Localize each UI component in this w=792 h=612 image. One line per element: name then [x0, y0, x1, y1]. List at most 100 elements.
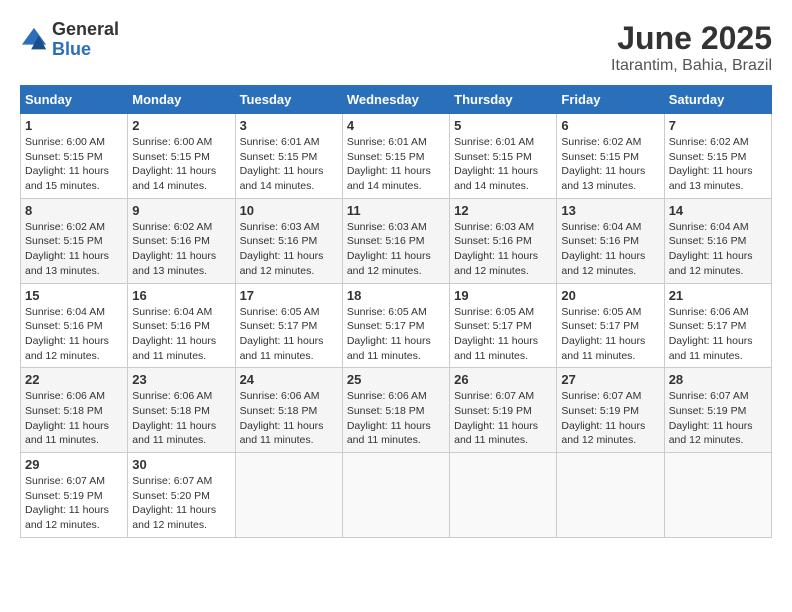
calendar-day-cell: 14 Sunrise: 6:04 AMSunset: 5:16 PMDaylig…	[664, 198, 771, 283]
calendar-day-cell: 15 Sunrise: 6:04 AMSunset: 5:16 PMDaylig…	[21, 283, 128, 368]
calendar-day-cell	[557, 453, 664, 538]
day-number: 11	[347, 203, 445, 218]
header: General Blue June 2025 Itarantim, Bahia,…	[20, 20, 772, 75]
calendar-day-cell: 26 Sunrise: 6:07 AMSunset: 5:19 PMDaylig…	[450, 368, 557, 453]
day-number: 24	[240, 372, 338, 387]
calendar-header: SundayMondayTuesdayWednesdayThursdayFrid…	[21, 86, 772, 114]
daylight-label: Daylight:	[347, 250, 391, 262]
calendar-day-cell: 30 Sunrise: 6:07 AMSunset: 5:20 PMDaylig…	[128, 453, 235, 538]
logo-blue-text: Blue	[52, 40, 119, 60]
daylight-label: Daylight:	[240, 335, 284, 347]
day-number: 19	[454, 288, 552, 303]
day-info: Sunrise: 6:04 AMSunset: 5:16 PMDaylight:…	[132, 305, 230, 364]
calendar-day-cell: 20 Sunrise: 6:05 AMSunset: 5:17 PMDaylig…	[557, 283, 664, 368]
day-number: 16	[132, 288, 230, 303]
calendar-day-cell: 2 Sunrise: 6:00 AMSunset: 5:15 PMDayligh…	[128, 114, 235, 199]
day-number: 12	[454, 203, 552, 218]
daylight-label: Daylight:	[132, 335, 176, 347]
day-info: Sunrise: 6:06 AMSunset: 5:18 PMDaylight:…	[240, 389, 338, 448]
calendar-day-cell: 8 Sunrise: 6:02 AMSunset: 5:15 PMDayligh…	[21, 198, 128, 283]
calendar-day-cell: 4 Sunrise: 6:01 AMSunset: 5:15 PMDayligh…	[342, 114, 449, 199]
daylight-label: Daylight:	[454, 335, 498, 347]
calendar-day-cell: 23 Sunrise: 6:06 AMSunset: 5:18 PMDaylig…	[128, 368, 235, 453]
day-info: Sunrise: 6:04 AMSunset: 5:16 PMDaylight:…	[25, 305, 123, 364]
calendar-day-cell: 5 Sunrise: 6:01 AMSunset: 5:15 PMDayligh…	[450, 114, 557, 199]
calendar-week-row: 1 Sunrise: 6:00 AMSunset: 5:15 PMDayligh…	[21, 114, 772, 199]
calendar-header-cell: Monday	[128, 86, 235, 114]
day-number: 8	[25, 203, 123, 218]
day-info: Sunrise: 6:04 AMSunset: 5:16 PMDaylight:…	[561, 220, 659, 279]
day-number: 7	[669, 118, 767, 133]
daylight-label: Daylight:	[347, 165, 391, 177]
calendar-day-cell: 24 Sunrise: 6:06 AMSunset: 5:18 PMDaylig…	[235, 368, 342, 453]
calendar-day-cell	[235, 453, 342, 538]
daylight-label: Daylight:	[240, 420, 284, 432]
day-info: Sunrise: 6:02 AMSunset: 5:15 PMDaylight:…	[561, 135, 659, 194]
daylight-label: Daylight:	[669, 420, 713, 432]
day-number: 14	[669, 203, 767, 218]
calendar-header-cell: Sunday	[21, 86, 128, 114]
day-info: Sunrise: 6:06 AMSunset: 5:17 PMDaylight:…	[669, 305, 767, 364]
calendar-day-cell: 11 Sunrise: 6:03 AMSunset: 5:16 PMDaylig…	[342, 198, 449, 283]
daylight-label: Daylight:	[347, 420, 391, 432]
daylight-label: Daylight:	[25, 504, 69, 516]
day-info: Sunrise: 6:01 AMSunset: 5:15 PMDaylight:…	[240, 135, 338, 194]
day-info: Sunrise: 6:03 AMSunset: 5:16 PMDaylight:…	[240, 220, 338, 279]
daylight-label: Daylight:	[347, 335, 391, 347]
logo: General Blue	[20, 20, 119, 60]
daylight-label: Daylight:	[240, 250, 284, 262]
daylight-label: Daylight:	[561, 335, 605, 347]
calendar-day-cell: 13 Sunrise: 6:04 AMSunset: 5:16 PMDaylig…	[557, 198, 664, 283]
calendar-day-cell: 12 Sunrise: 6:03 AMSunset: 5:16 PMDaylig…	[450, 198, 557, 283]
day-number: 17	[240, 288, 338, 303]
day-number: 3	[240, 118, 338, 133]
calendar-week-row: 15 Sunrise: 6:04 AMSunset: 5:16 PMDaylig…	[21, 283, 772, 368]
day-info: Sunrise: 6:07 AMSunset: 5:19 PMDaylight:…	[454, 389, 552, 448]
daylight-label: Daylight:	[132, 420, 176, 432]
calendar-day-cell: 25 Sunrise: 6:06 AMSunset: 5:18 PMDaylig…	[342, 368, 449, 453]
calendar-day-cell: 10 Sunrise: 6:03 AMSunset: 5:16 PMDaylig…	[235, 198, 342, 283]
daylight-label: Daylight:	[561, 250, 605, 262]
calendar-header-cell: Wednesday	[342, 86, 449, 114]
daylight-label: Daylight:	[25, 335, 69, 347]
calendar-header-cell: Thursday	[450, 86, 557, 114]
daylight-label: Daylight:	[132, 250, 176, 262]
calendar-day-cell: 29 Sunrise: 6:07 AMSunset: 5:19 PMDaylig…	[21, 453, 128, 538]
daylight-label: Daylight:	[561, 165, 605, 177]
calendar-day-cell: 7 Sunrise: 6:02 AMSunset: 5:15 PMDayligh…	[664, 114, 771, 199]
day-number: 21	[669, 288, 767, 303]
day-info: Sunrise: 6:02 AMSunset: 5:15 PMDaylight:…	[669, 135, 767, 194]
day-info: Sunrise: 6:06 AMSunset: 5:18 PMDaylight:…	[347, 389, 445, 448]
day-info: Sunrise: 6:02 AMSunset: 5:16 PMDaylight:…	[132, 220, 230, 279]
calendar-header-cell: Friday	[557, 86, 664, 114]
day-info: Sunrise: 6:03 AMSunset: 5:16 PMDaylight:…	[347, 220, 445, 279]
day-info: Sunrise: 6:05 AMSunset: 5:17 PMDaylight:…	[240, 305, 338, 364]
daylight-label: Daylight:	[25, 165, 69, 177]
day-info: Sunrise: 6:06 AMSunset: 5:18 PMDaylight:…	[25, 389, 123, 448]
day-number: 2	[132, 118, 230, 133]
day-number: 6	[561, 118, 659, 133]
day-info: Sunrise: 6:05 AMSunset: 5:17 PMDaylight:…	[561, 305, 659, 364]
day-number: 18	[347, 288, 445, 303]
day-number: 9	[132, 203, 230, 218]
daylight-label: Daylight:	[669, 250, 713, 262]
calendar-day-cell: 27 Sunrise: 6:07 AMSunset: 5:19 PMDaylig…	[557, 368, 664, 453]
calendar-day-cell: 16 Sunrise: 6:04 AMSunset: 5:16 PMDaylig…	[128, 283, 235, 368]
calendar-body: 1 Sunrise: 6:00 AMSunset: 5:15 PMDayligh…	[21, 114, 772, 538]
calendar-day-cell	[450, 453, 557, 538]
day-number: 20	[561, 288, 659, 303]
logo-icon	[20, 26, 48, 54]
calendar-day-cell: 6 Sunrise: 6:02 AMSunset: 5:15 PMDayligh…	[557, 114, 664, 199]
day-info: Sunrise: 6:07 AMSunset: 5:19 PMDaylight:…	[669, 389, 767, 448]
calendar-day-cell: 22 Sunrise: 6:06 AMSunset: 5:18 PMDaylig…	[21, 368, 128, 453]
day-info: Sunrise: 6:01 AMSunset: 5:15 PMDaylight:…	[454, 135, 552, 194]
daylight-label: Daylight:	[454, 250, 498, 262]
calendar-day-cell	[342, 453, 449, 538]
calendar-week-row: 29 Sunrise: 6:07 AMSunset: 5:19 PMDaylig…	[21, 453, 772, 538]
title-area: June 2025 Itarantim, Bahia, Brazil	[611, 20, 772, 75]
daylight-label: Daylight:	[132, 165, 176, 177]
day-number: 4	[347, 118, 445, 133]
calendar-header-cell: Saturday	[664, 86, 771, 114]
day-number: 10	[240, 203, 338, 218]
day-number: 29	[25, 457, 123, 472]
